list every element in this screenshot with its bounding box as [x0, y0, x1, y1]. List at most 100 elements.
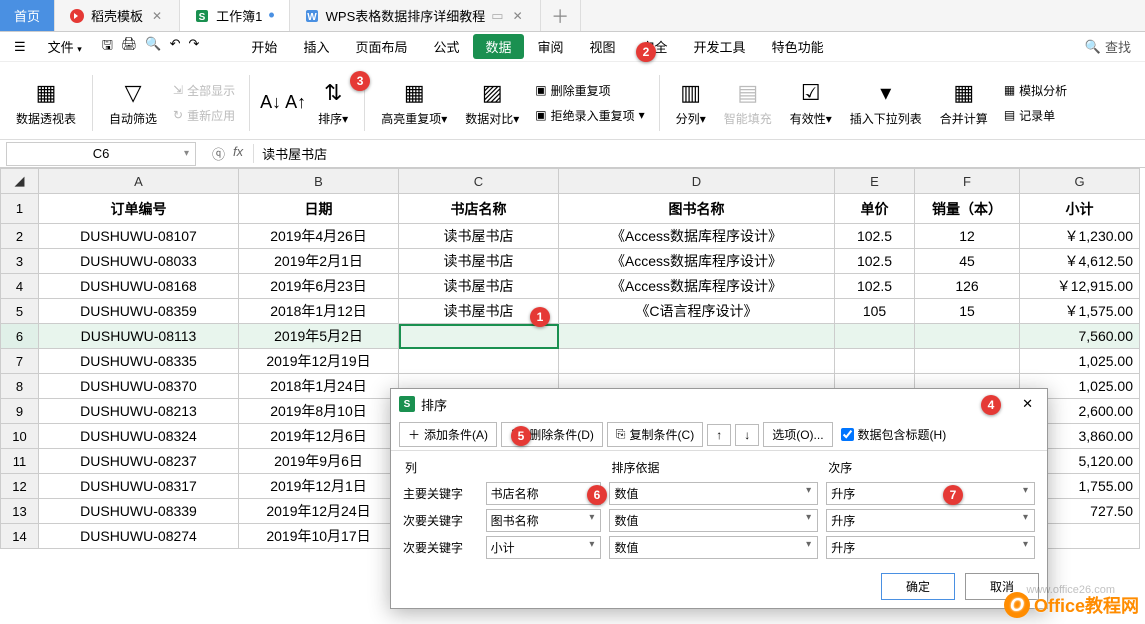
row-header[interactable]: 3 [1, 249, 39, 274]
help-icon[interactable]: ⓠ [212, 144, 225, 163]
cell[interactable]: 2019年12月24日 [239, 499, 399, 524]
cell[interactable]: 2019年6月23日 [239, 274, 399, 299]
row-header[interactable]: 10 [1, 424, 39, 449]
cell[interactable] [399, 349, 559, 374]
row-header[interactable]: 6 [1, 324, 39, 349]
sort-column-select[interactable]: 图书名称 [486, 509, 602, 532]
cell[interactable]: 2019年12月1日 [239, 474, 399, 499]
undo-icon[interactable]: ↶ [170, 36, 181, 58]
cell[interactable]: DUSHUWU-08359 [39, 299, 239, 324]
copy-condition-button[interactable]: ⎘复制条件(C) [607, 422, 703, 447]
cell[interactable]: 《C语言程序设计》 [559, 299, 835, 324]
row-header[interactable]: 12 [1, 474, 39, 499]
col-header[interactable]: A [39, 169, 239, 194]
cell[interactable]: 2019年8月10日 [239, 399, 399, 424]
menu-view[interactable]: 视图 [578, 34, 628, 59]
menu-formula[interactable]: 公式 [421, 34, 471, 59]
ok-button[interactable]: 确定 [881, 573, 955, 600]
data-compare-button[interactable]: ▨数据对比▾ [459, 75, 525, 130]
cell[interactable] [915, 324, 1020, 349]
row-header[interactable]: 13 [1, 499, 39, 524]
cell[interactable]: 读书屋书店 [399, 274, 559, 299]
cell[interactable]: 102.5 [835, 274, 915, 299]
cell[interactable]: 2019年10月17日 [239, 524, 399, 549]
row-header[interactable]: 2 [1, 224, 39, 249]
save-icon[interactable]: 🖫 [102, 36, 113, 58]
cell[interactable]: 7,560.00 [1020, 324, 1140, 349]
table-row[interactable]: 6DUSHUWU-081132019年5月2日7,560.00 [1, 324, 1140, 349]
fx-icon[interactable]: fx [233, 144, 243, 163]
sort-column-select[interactable]: 书店名称 [486, 482, 602, 505]
menu-features[interactable]: 特色功能 [760, 34, 836, 59]
select-all-corner[interactable]: ◢ [1, 169, 39, 194]
col-header[interactable]: G [1020, 169, 1140, 194]
col-header[interactable]: F [915, 169, 1020, 194]
cell[interactable]: 45 [915, 249, 1020, 274]
cell[interactable]: 2018年1月24日 [239, 374, 399, 399]
cell[interactable] [835, 324, 915, 349]
cell[interactable]: DUSHUWU-08213 [39, 399, 239, 424]
col-header[interactable]: C [399, 169, 559, 194]
cell[interactable]: DUSHUWU-08033 [39, 249, 239, 274]
cell[interactable]: 《Access数据库程序设计》 [559, 224, 835, 249]
table-row[interactable]: 2DUSHUWU-081072019年4月26日读书屋书店《Access数据库程… [1, 224, 1140, 249]
row-header[interactable]: 7 [1, 349, 39, 374]
sort-by-select[interactable]: 数值 [609, 509, 818, 532]
cell[interactable]: 2018年1月12日 [239, 299, 399, 324]
sort-order-select[interactable]: 升序 [826, 509, 1035, 532]
menu-search[interactable]: 🔍查找 [1085, 37, 1131, 56]
cell[interactable]: DUSHUWU-08274 [39, 524, 239, 549]
whatif-button[interactable]: ▦模拟分析 [1000, 80, 1071, 101]
row-header[interactable]: 14 [1, 524, 39, 549]
close-icon[interactable]: ✕ [149, 9, 165, 23]
cell[interactable]: 《Access数据库程序设计》 [559, 249, 835, 274]
insert-dropdown-button[interactable]: ▾插入下拉列表 [844, 75, 928, 130]
reapply-button[interactable]: ↻重新应用 [169, 105, 239, 126]
formula-input[interactable]: 读书屋书店 [253, 144, 1145, 163]
print-icon[interactable]: 🖨 [121, 36, 138, 58]
sort-desc-icon[interactable]: A↑ [285, 92, 306, 113]
sort-column-select[interactable]: 小计 [486, 536, 602, 559]
cell[interactable]: DUSHUWU-08335 [39, 349, 239, 374]
cell[interactable]: DUSHUWU-08324 [39, 424, 239, 449]
menu-data[interactable]: 数据 [473, 34, 523, 59]
autofilter-button[interactable]: ▽自动筛选 [103, 75, 163, 130]
validity-button[interactable]: ☑有效性▾ [784, 75, 838, 130]
cell[interactable]: 读书屋书店 [399, 249, 559, 274]
hamburger-icon[interactable]: ☰ [14, 39, 26, 55]
sort-by-select[interactable]: 数值 [609, 536, 818, 559]
tab-workbook[interactable]: S 工作簿1 • [180, 0, 290, 31]
cell[interactable]: 读书屋书店 [399, 224, 559, 249]
cell[interactable]: ￥1,575.00 [1020, 299, 1140, 324]
table-row[interactable]: 4DUSHUWU-081682019年6月23日读书屋书店《Access数据库程… [1, 274, 1140, 299]
move-down-button[interactable]: ↓ [735, 424, 759, 446]
cell[interactable]: 2019年2月1日 [239, 249, 399, 274]
sort-by-select[interactable]: 数值 [609, 482, 818, 505]
row-header[interactable]: 8 [1, 374, 39, 399]
menu-pagelayout[interactable]: 页面布局 [343, 34, 419, 59]
col-header[interactable]: B [239, 169, 399, 194]
cell[interactable]: DUSHUWU-08168 [39, 274, 239, 299]
col-header[interactable]: E [835, 169, 915, 194]
add-condition-button[interactable]: ＋添加条件(A) [399, 422, 497, 447]
cell[interactable] [835, 349, 915, 374]
sort-button[interactable]: ⇅排序▾ 3 [312, 75, 354, 130]
row-header[interactable]: 11 [1, 449, 39, 474]
cell[interactable]: 126 [915, 274, 1020, 299]
cell[interactable]: 1,025.00 [1020, 349, 1140, 374]
cell[interactable]: ￥12,915.00 [1020, 274, 1140, 299]
record-button[interactable]: ▤记录单 [1000, 105, 1071, 126]
cell-reference-box[interactable]: C6 [6, 142, 196, 166]
row-header[interactable]: 9 [1, 399, 39, 424]
menu-start[interactable]: 开始 [239, 34, 289, 59]
tab-home[interactable]: 首页 [0, 0, 55, 31]
cell[interactable]: 2019年4月26日 [239, 224, 399, 249]
close-icon[interactable]: ✕ [510, 9, 526, 23]
smartfill-button[interactable]: ▤智能填充 [718, 75, 778, 130]
cell[interactable]: 2019年9月6日 [239, 449, 399, 474]
reject-dup-button[interactable]: ▣拒绝录入重复项▾ [531, 105, 648, 126]
cell[interactable]: 2019年12月19日 [239, 349, 399, 374]
menu-insert[interactable]: 插入 [291, 34, 341, 59]
cell[interactable]: 12 [915, 224, 1020, 249]
tab-tutorial[interactable]: W WPS表格数据排序详细教程 ▭ ✕ [290, 0, 541, 31]
